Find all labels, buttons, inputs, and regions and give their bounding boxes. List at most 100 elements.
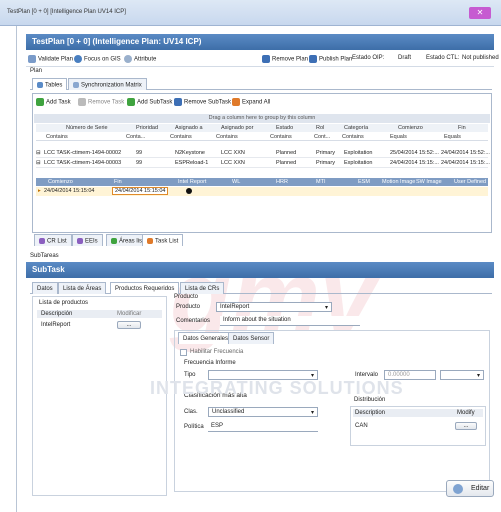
group-hint: Drag a column here to group by this colu… xyxy=(34,114,490,123)
editar-label: Editar xyxy=(471,485,490,492)
plan-tabstrip: Tables Synchronization Matrix xyxy=(30,77,492,90)
producto-select-value: IntelReport xyxy=(220,304,250,310)
filter-cell[interactable]: Equals xyxy=(390,134,407,140)
tab-datos-generales[interactable]: Datos Generales xyxy=(178,332,234,344)
expand-all-button[interactable]: Expand All xyxy=(232,98,270,106)
tab-lista-crs[interactable]: Lista de CRs xyxy=(180,282,225,294)
child-col-header[interactable]: Motion Image xyxy=(382,179,415,185)
col-header[interactable]: Estado xyxy=(276,125,293,131)
child-col-header[interactable]: Intel Report xyxy=(178,179,206,185)
child-col-header[interactable]: Fin xyxy=(114,179,122,185)
tab-task-list[interactable]: Task List xyxy=(142,234,184,246)
cell-asignado-a: N2Keystone xyxy=(175,150,205,156)
attribute-icon xyxy=(124,55,132,63)
col-description: Description xyxy=(355,410,386,416)
producto-group-label: Producto xyxy=(174,294,199,300)
validate-icon xyxy=(28,55,36,63)
tab-sync-matrix[interactable]: Synchronization Matrix xyxy=(68,78,147,90)
tab-lista-areas[interactable]: Lista de Áreas xyxy=(58,282,107,294)
distribucion-item[interactable]: CAN xyxy=(355,423,368,429)
table-row[interactable]: ⊟ LCC TASK-ctimem-1494-00002 99 N2Keysto… xyxy=(36,150,490,158)
col-header[interactable]: Número de Serie xyxy=(66,125,108,131)
table-row[interactable]: ⊟ LCC TASK-ctimem-1494-00003 99 ESPReloa… xyxy=(36,160,490,168)
col-header[interactable]: Asignado por xyxy=(221,125,253,131)
filter-cell[interactable]: Equals xyxy=(444,134,461,140)
tab-datos[interactable]: Datos xyxy=(32,282,58,294)
close-button[interactable]: ✕ xyxy=(469,7,491,19)
producto-select[interactable]: IntelReport ▾ xyxy=(216,302,332,312)
child-col-header[interactable]: ESM xyxy=(358,179,370,185)
remove-plan-button[interactable]: Remove Plan xyxy=(262,55,308,63)
cell-estado: Planned xyxy=(276,150,297,156)
expand-toggle[interactable]: ⊟ xyxy=(36,150,41,156)
remove-subtask-button[interactable]: Remove SubTask xyxy=(174,98,231,106)
filter-cell[interactable]: Contains xyxy=(216,134,238,140)
child-col-header[interactable]: SW Image xyxy=(416,179,442,185)
bottom-tabs: CR List EEIs Áreas list Task List xyxy=(32,234,492,246)
chevron-down-icon: ▾ xyxy=(324,305,328,311)
comentarios-field[interactable]: Inform about the situation xyxy=(220,316,360,326)
child-col-header[interactable]: Comienzo xyxy=(48,179,73,185)
remove-task-label: Remove Task xyxy=(88,99,125,106)
validate-plan-button[interactable]: Validate Plan xyxy=(28,55,73,63)
tab-cr-list[interactable]: CR List xyxy=(34,234,72,246)
remove-subtask-label: Remove SubTask xyxy=(184,99,232,106)
col-header[interactable]: Asignado a xyxy=(175,125,203,131)
plus-icon xyxy=(127,98,135,106)
cell-child-fin[interactable]: 24/04/2014 15:15:04 xyxy=(112,187,169,195)
subtareas-label: SubTareas xyxy=(30,253,59,259)
focus-label: Focus on GIS xyxy=(84,56,121,63)
filter-cell[interactable]: Cont... xyxy=(314,134,330,140)
col-header[interactable]: Categoría xyxy=(344,125,368,131)
attribute-button[interactable]: Attribute xyxy=(124,55,156,63)
modify-distribucion-button[interactable]: ... xyxy=(455,422,477,430)
tab-eeis[interactable]: EEIs xyxy=(72,234,103,246)
add-subtask-button[interactable]: Add SubTask xyxy=(127,98,172,106)
distribucion-grid: Description Modify CAN ... xyxy=(350,406,486,446)
matrix-icon xyxy=(73,82,79,88)
add-task-button[interactable]: Add Task xyxy=(36,98,71,106)
filter-cell[interactable]: Conta... xyxy=(126,134,145,140)
child-col-header[interactable]: User Defined xyxy=(454,179,486,185)
intervalo-unit-select[interactable]: ▾ xyxy=(440,370,484,380)
remove-task-button[interactable]: Remove Task xyxy=(78,98,124,106)
publish-icon xyxy=(309,55,317,63)
editar-button[interactable]: Editar xyxy=(446,480,494,497)
cell-serie: LCC TASK-ctimem-1494-00002 xyxy=(44,150,122,156)
cell-asignado-a: ESPReload-1 xyxy=(175,160,209,166)
col-modificar: Modificar xyxy=(117,311,142,317)
tab-datos-sensor[interactable]: Datos Sensor xyxy=(228,332,275,344)
filter-cell[interactable]: Contains xyxy=(342,134,364,140)
subtask-tabs: Datos Lista de Áreas Productos Requerido… xyxy=(30,282,492,294)
grid-filter-row: Contains Conta... Contains Contains Cont… xyxy=(36,133,488,141)
clas-select[interactable]: Unclassified ▾ xyxy=(208,407,318,417)
cell-comienzo: 25/04/2014 15:52:... xyxy=(390,150,439,156)
filter-cell[interactable]: Contains xyxy=(46,134,68,140)
modify-product-button[interactable]: ... xyxy=(117,321,141,329)
publish-plan-button[interactable]: Publish Plan xyxy=(309,55,352,63)
col-header[interactable]: Prioridad xyxy=(136,125,158,131)
expand-toggle[interactable]: ⊟ xyxy=(36,160,41,166)
estado-ctl-value: Not published xyxy=(462,55,499,61)
subtask-row[interactable]: ▸ 24/04/2014 15:15:04 24/04/2014 15:15:0… xyxy=(36,187,488,196)
child-col-header[interactable]: MTI xyxy=(316,179,325,185)
col-header[interactable]: Rol xyxy=(316,125,324,131)
filter-cell[interactable]: Contains xyxy=(270,134,292,140)
plan-label: Plan xyxy=(30,68,43,74)
habilitar-checkbox[interactable] xyxy=(180,349,187,356)
child-col-header[interactable]: WL xyxy=(232,179,240,185)
tab-tables[interactable]: Tables xyxy=(32,78,68,90)
filter-cell[interactable]: Contains xyxy=(170,134,192,140)
chevron-down-icon: ▾ xyxy=(310,410,314,416)
tab-productos-requeridos[interactable]: Productos Requeridos xyxy=(110,282,180,294)
col-header[interactable]: Comienzo xyxy=(398,125,423,131)
politica-field[interactable]: ESP xyxy=(208,422,318,432)
col-descripcion: Descripción xyxy=(41,311,73,317)
cell-prioridad: 99 xyxy=(136,150,143,156)
col-header[interactable]: Fin xyxy=(458,125,466,131)
cell-child-comienzo: 24/04/2014 15:15:04 xyxy=(44,188,95,194)
child-col-header[interactable]: HRR xyxy=(276,179,288,185)
expand-icon xyxy=(232,98,240,106)
focus-gis-button[interactable]: Focus on GIS xyxy=(74,55,121,63)
producto-item[interactable]: IntelReport xyxy=(41,322,70,328)
